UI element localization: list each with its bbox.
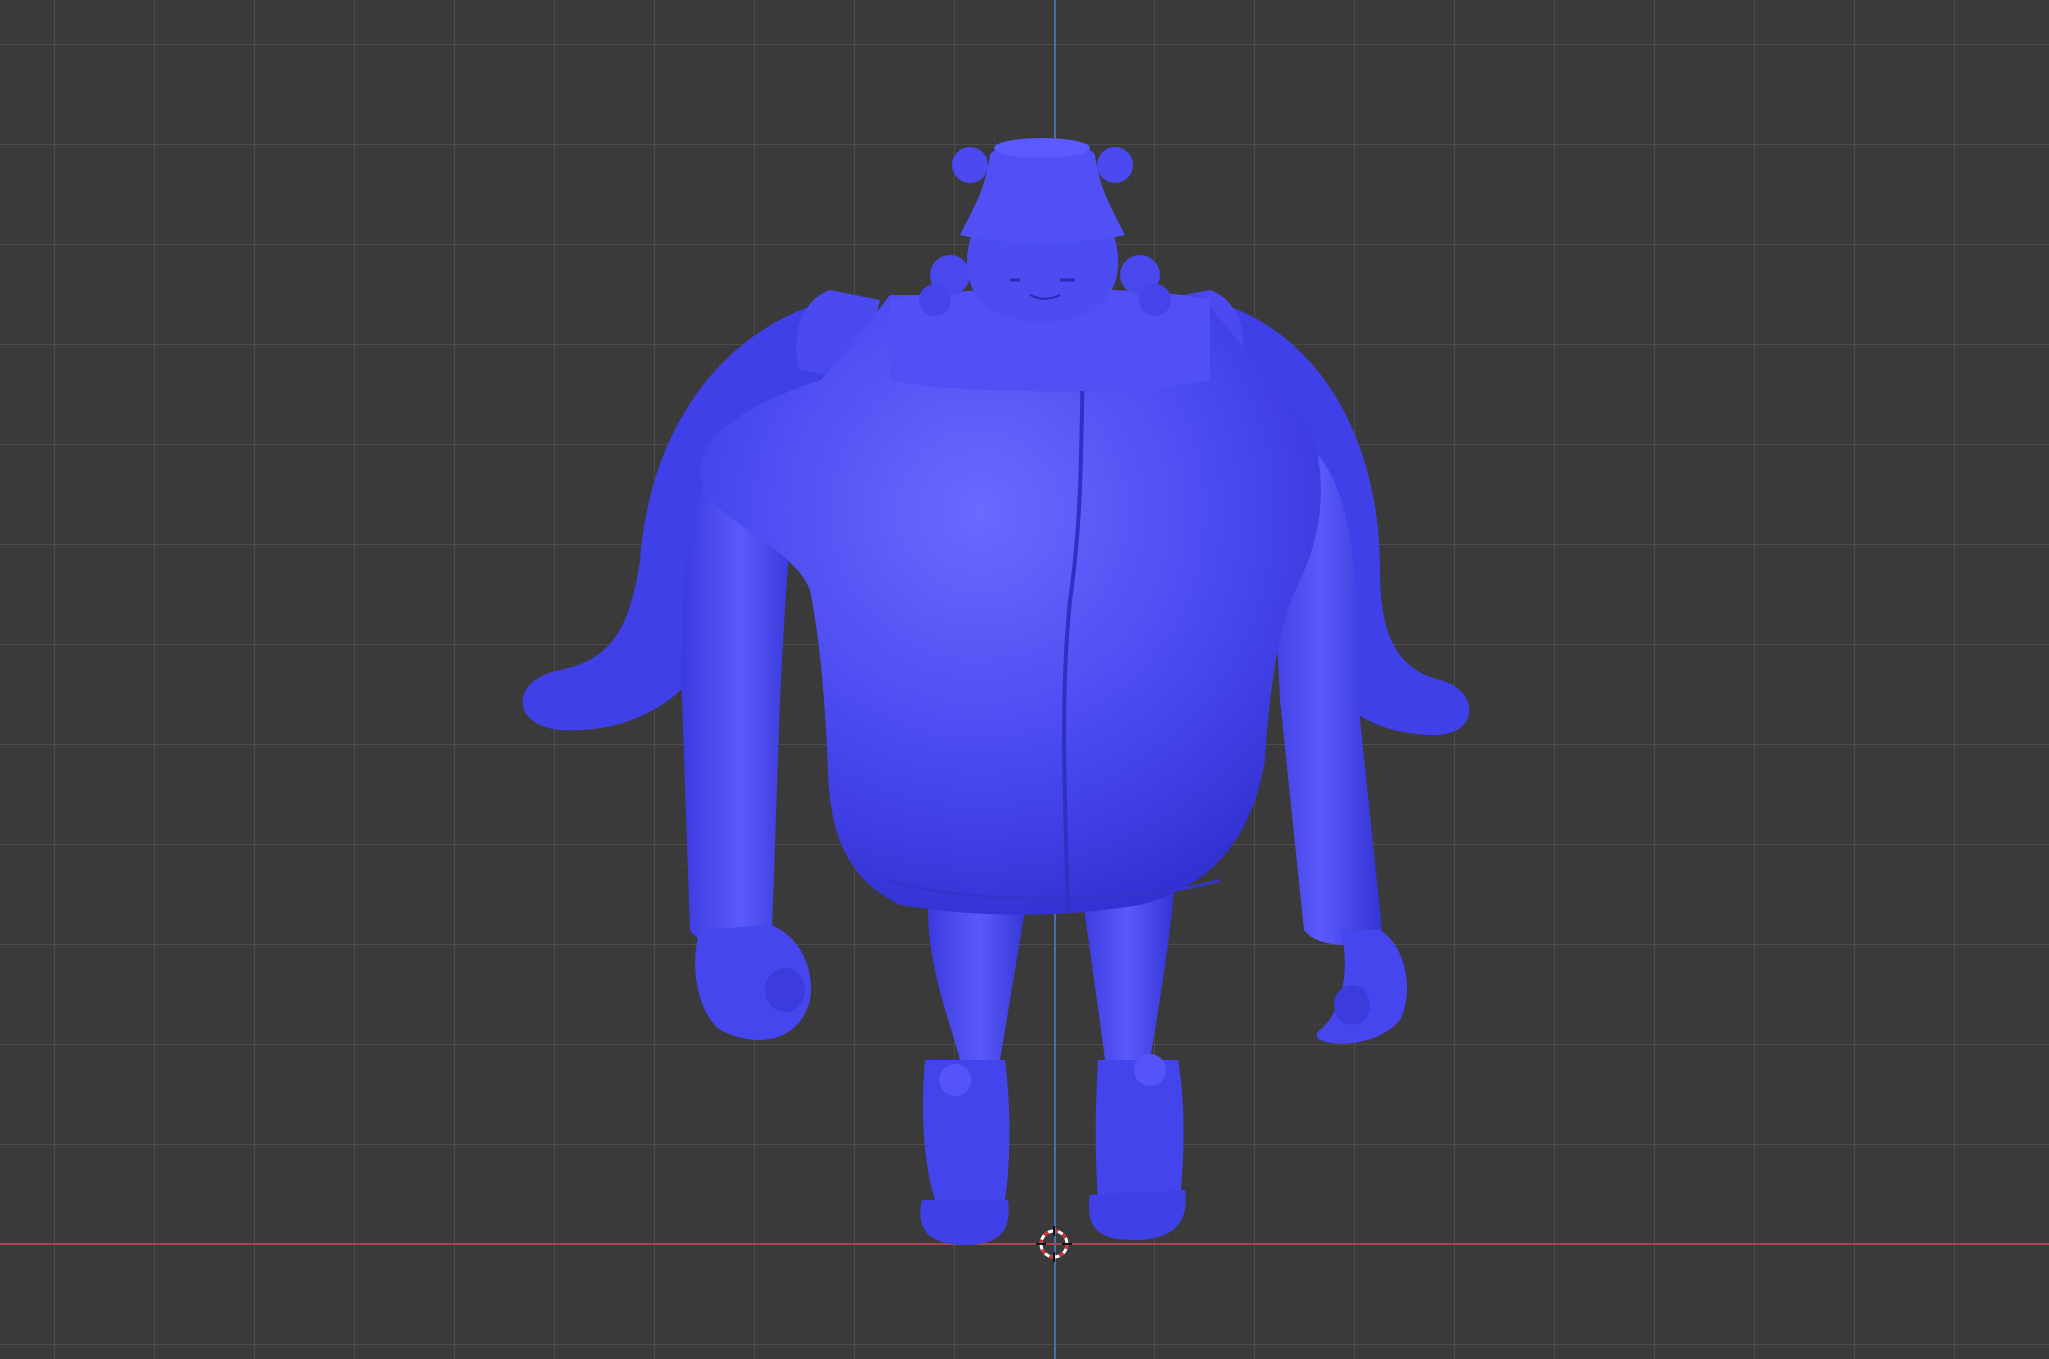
- character-model[interactable]: [0, 0, 2049, 1359]
- hat: [952, 138, 1133, 243]
- left-leg: [920, 880, 1030, 1245]
- 3d-cursor-icon[interactable]: [1036, 1226, 1072, 1262]
- 3d-viewport[interactable]: [0, 0, 2049, 1359]
- right-leg: [1080, 880, 1186, 1240]
